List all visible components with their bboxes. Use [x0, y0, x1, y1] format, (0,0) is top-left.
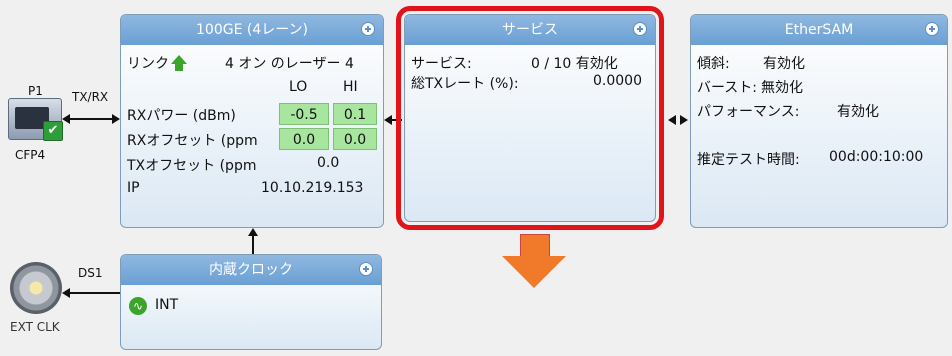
- rx-power-label: RXパワー (dBm): [127, 108, 236, 124]
- services-label: サービス:: [411, 56, 472, 72]
- ip-value: 10.10.219.153: [261, 180, 364, 196]
- tx-offset-value: 0.0: [317, 155, 340, 171]
- clock-ge-line: [252, 236, 254, 254]
- port-type: CFP4: [15, 148, 46, 162]
- link-label: リンク: [127, 56, 169, 72]
- clock-value: INT: [155, 297, 179, 313]
- est-time-value: 00d:00:10:00: [829, 149, 924, 165]
- expand-icon[interactable]: [359, 262, 373, 276]
- clock-panel-header: 内蔵クロック: [121, 255, 381, 285]
- burst-value: 無効化: [761, 80, 803, 96]
- txrx-line: [70, 118, 112, 120]
- ethersam-panel[interactable]: EtherSAM 傾斜: 有効化 バースト: 無効化 パフォーマンス: 有効化 …: [690, 14, 948, 228]
- cfp4-port-icon[interactable]: ✔: [8, 98, 63, 141]
- ge-panel[interactable]: 100GE (4レーン) リンク 4 オン のレーザー 4 LO HI RXパワ…: [120, 14, 384, 228]
- lo-header: LO: [289, 79, 308, 95]
- txrx-arrow-left: [62, 114, 70, 124]
- ext-clk-label: EXT CLK: [10, 320, 60, 334]
- ds1-line: [70, 292, 120, 294]
- ge-service-arrow: [384, 115, 392, 125]
- service-title: サービス: [502, 22, 558, 38]
- ip-label: IP: [127, 180, 140, 196]
- txrate-value: 0.0000: [593, 73, 642, 89]
- ethersam-panel-header: EtherSAM: [691, 15, 947, 45]
- rx-power-hi: 0.1: [333, 103, 377, 125]
- clock-panel[interactable]: 内蔵クロック ∿ INT: [120, 254, 382, 350]
- tx-offset-label: TXオフセット (ppm: [127, 158, 257, 174]
- service-panel-header: サービス: [405, 15, 655, 45]
- txrx-arrow-right: [112, 114, 120, 124]
- rx-offset-label: RXオフセット (ppm: [127, 133, 258, 149]
- ge-panel-header: 100GE (4レーン): [121, 15, 383, 45]
- rx-offset-lo: 0.0: [279, 128, 329, 150]
- rx-offset-hi: 0.0: [333, 128, 377, 150]
- services-value: 0 / 10 有効化: [531, 56, 618, 72]
- rx-power-lo: -0.5: [279, 103, 329, 125]
- ds1-label: DS1: [78, 266, 103, 280]
- port-label: P1: [28, 84, 43, 98]
- expand-icon[interactable]: [633, 22, 647, 36]
- service-panel[interactable]: サービス サービス: 0 / 10 有効化 総TXレート (%): 0.0000: [404, 14, 656, 222]
- slope-label: 傾斜:: [697, 56, 730, 72]
- burst-label: バースト:: [697, 80, 758, 96]
- clock-ge-arrow: [248, 228, 258, 236]
- slope-value: 有効化: [763, 56, 805, 72]
- perf-value: 有効化: [837, 104, 879, 120]
- clock-title: 内蔵クロック: [209, 262, 293, 278]
- service-ethersam-arrow-right: [680, 115, 688, 125]
- link-up-icon: [171, 55, 187, 71]
- perf-label: パフォーマンス:: [697, 104, 800, 120]
- expand-icon[interactable]: [361, 22, 375, 36]
- ext-clk-connector-icon[interactable]: [10, 262, 62, 314]
- clock-wave-icon: ∿: [129, 297, 147, 315]
- ge-title: 100GE (4レーン): [196, 22, 308, 38]
- ethersam-title: EtherSAM: [784, 22, 854, 38]
- txrx-label: TX/RX: [72, 90, 109, 104]
- hi-header: HI: [343, 79, 358, 95]
- laser-status: 4 オン のレーザー 4: [225, 56, 354, 72]
- txrate-label: 総TXレート (%):: [411, 76, 519, 92]
- service-ethersam-arrow-left: [668, 115, 676, 125]
- orange-down-arrow-icon: [502, 234, 566, 290]
- ds1-arrow: [62, 288, 70, 298]
- est-time-label: 推定テスト時間:: [697, 152, 800, 168]
- expand-icon[interactable]: [925, 22, 939, 36]
